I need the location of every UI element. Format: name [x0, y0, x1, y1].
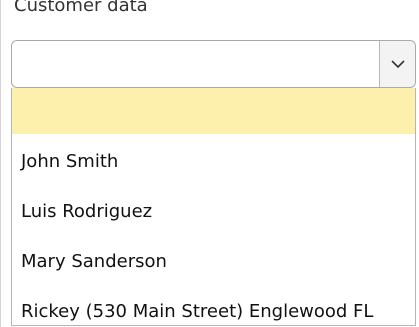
customer-data-label: Customer data [14, 0, 148, 16]
chevron-down-icon [390, 60, 405, 69]
option-john-smith[interactable]: John Smith [12, 140, 415, 184]
option-luis-rodriguez[interactable]: Luis Rodriguez [12, 190, 415, 234]
option-mary-sanderson[interactable]: Mary Sanderson [12, 240, 415, 284]
dropdown-list: John Smith Luis Rodriguez Mary Sanderson… [11, 88, 416, 326]
customer-data-select[interactable] [11, 40, 416, 88]
customer-data-form: Customer data John Smith Luis Rodriguez … [0, 0, 419, 327]
option-rickey[interactable]: Rickey (530 Main Street) Englewood FL [12, 290, 415, 327]
option-empty[interactable] [12, 88, 415, 134]
dropdown-toggle-button[interactable] [379, 41, 415, 87]
